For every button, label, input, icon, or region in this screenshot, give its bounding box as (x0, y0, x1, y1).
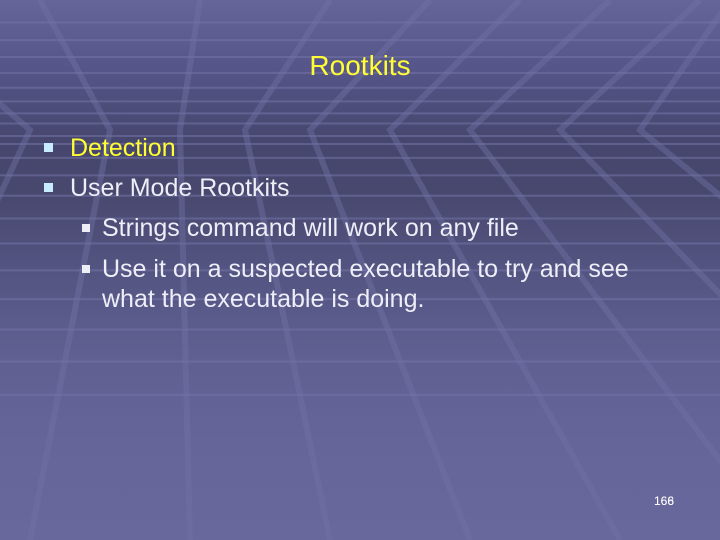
bullet-item-detection: Detection (44, 133, 176, 163)
bullet-item-use-on-executable: Use it on a suspected executable to try … (82, 254, 662, 314)
bullet-text: Detection (70, 134, 176, 162)
bullet-text: Strings command will work on any file (102, 214, 519, 242)
slide-number: 166 168 (654, 494, 674, 508)
bullet-list: Detection User Mode Rootkits Strings com… (0, 0, 720, 540)
bullet-item-user-mode-rootkits: User Mode Rootkits (44, 173, 290, 203)
bullet-text: Use it on a suspected executable to try … (102, 255, 629, 313)
bullet-item-strings-command: Strings command will work on any file (82, 213, 519, 243)
square-bullet-icon (82, 224, 90, 232)
bullet-text: User Mode Rootkits (70, 174, 290, 202)
square-bullet-icon (82, 265, 90, 273)
square-bullet-icon (44, 183, 53, 192)
slide: Rootkits Detection User Mode Rootkits St… (0, 0, 720, 540)
square-bullet-icon (44, 143, 53, 152)
slide-number-overlay: 168 (654, 494, 675, 508)
